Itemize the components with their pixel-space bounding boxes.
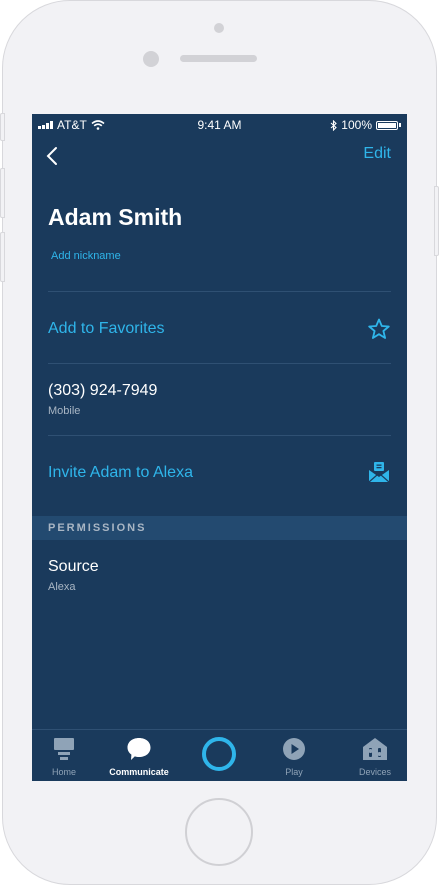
phone-number-row[interactable]: (303) 924-7949 Mobile (32, 364, 407, 436)
source-title: Source (48, 558, 99, 575)
battery-icon (376, 120, 398, 130)
volume-up-button (0, 168, 5, 218)
phone-type-label: Mobile (48, 405, 81, 417)
volume-down-button (0, 232, 5, 282)
tab-communicate[interactable]: Communicate (104, 730, 174, 781)
invite-label: Invite Adam to Alexa (48, 464, 193, 481)
tab-devices-label: Devices (358, 767, 391, 777)
tab-bar: Home Communicate Play Devices (32, 729, 407, 781)
star-icon (368, 318, 390, 339)
edit-button[interactable]: Edit (363, 145, 391, 163)
home-icon (54, 738, 74, 760)
battery-percent: 100% (341, 118, 372, 132)
status-bar: AT&T 9:41 AM 100% (32, 114, 407, 136)
tab-home[interactable]: Home (32, 730, 99, 781)
permissions-header-label: PERMISSIONS (48, 522, 147, 534)
play-icon (283, 738, 305, 760)
envelope-invite-icon (368, 462, 390, 483)
mute-switch (0, 113, 5, 141)
power-button (434, 186, 439, 256)
permissions-section-header: PERMISSIONS (32, 516, 407, 540)
tab-devices[interactable]: Devices (340, 730, 407, 781)
tab-play[interactable]: Play (259, 730, 329, 781)
chat-bubble-icon (127, 738, 151, 760)
home-button[interactable] (185, 798, 253, 866)
tab-communicate-label: Communicate (109, 767, 169, 777)
proximity-sensor (143, 51, 159, 67)
source-value: Alexa (48, 581, 76, 593)
phone-number: (303) 924-7949 (48, 382, 158, 399)
source-row: Source Alexa (32, 540, 407, 600)
add-nickname-link[interactable]: Add nickname (51, 250, 121, 262)
devices-icon (363, 738, 387, 760)
tab-home-label: Home (51, 767, 76, 777)
chevron-left-icon (46, 147, 57, 165)
front-camera (214, 23, 224, 33)
status-right: 100% (330, 118, 401, 132)
battery-nub (399, 123, 401, 127)
earpiece-speaker (180, 55, 257, 62)
add-to-favorites-row[interactable]: Add to Favorites (32, 292, 407, 364)
back-button[interactable] (46, 146, 66, 168)
tab-play-label: Play (285, 767, 303, 777)
alexa-ring-icon[interactable] (202, 737, 236, 771)
add-to-favorites-label: Add to Favorites (48, 320, 165, 337)
app-screen: AT&T 9:41 AM 100% Edit Adam Smith Add ni… (32, 114, 407, 781)
bluetooth-icon (330, 119, 338, 131)
invite-to-alexa-row[interactable]: Invite Adam to Alexa (32, 436, 407, 514)
contact-name: Adam Smith (48, 204, 183, 230)
